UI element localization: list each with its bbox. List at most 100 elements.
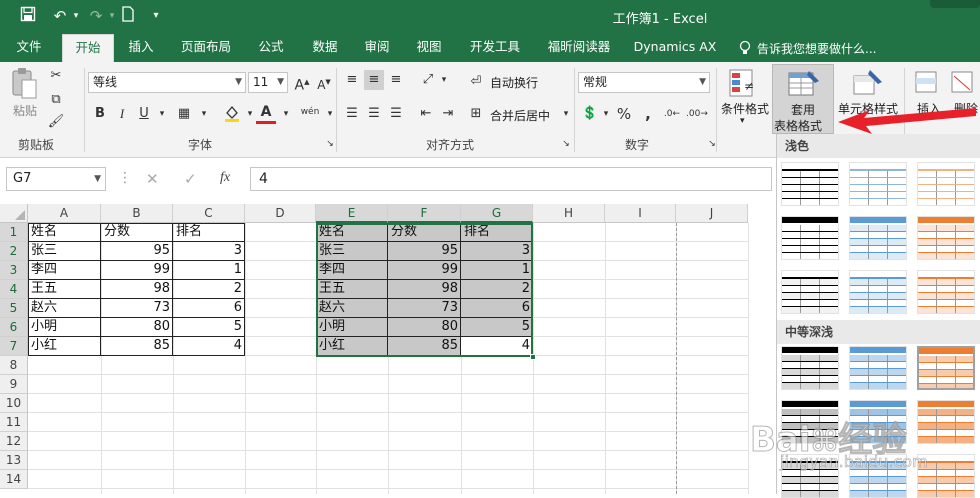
- conditional-format-button[interactable]: 条件格式: [718, 100, 772, 117]
- chevron-down-icon[interactable]: ▾: [152, 104, 172, 124]
- header-cell[interactable]: 排名: [174, 223, 244, 242]
- table-cell[interactable]: 85: [102, 337, 172, 356]
- column-header-d[interactable]: D: [245, 204, 316, 223]
- table-style-thumbnail[interactable]: [781, 216, 839, 260]
- row-header-10[interactable]: 10: [0, 394, 28, 413]
- bold-button[interactable]: B: [90, 104, 110, 124]
- row-header-11[interactable]: 11: [0, 413, 28, 432]
- table-cell[interactable]: 小红: [317, 337, 387, 356]
- table-cell[interactable]: 张三: [317, 242, 387, 261]
- increase-indent-icon[interactable]: ⇥: [438, 104, 458, 124]
- align-center-icon[interactable]: ☰: [364, 104, 384, 124]
- increase-decimal-icon[interactable]: .0←: [662, 104, 682, 124]
- header-cell[interactable]: 排名: [462, 223, 532, 242]
- table-cell[interactable]: 73: [102, 299, 172, 318]
- header-cell[interactable]: 姓名: [29, 223, 100, 242]
- select-all-corner[interactable]: [0, 204, 28, 223]
- align-top-icon[interactable]: ≡: [342, 70, 362, 90]
- header-cell[interactable]: 姓名: [317, 223, 387, 242]
- table-cell[interactable]: 98: [389, 280, 460, 299]
- table-cell[interactable]: 5: [174, 318, 244, 337]
- table-cell[interactable]: 3: [462, 242, 532, 261]
- table-cell[interactable]: 5: [462, 318, 532, 337]
- table-cell[interactable]: 小明: [317, 318, 387, 337]
- table-cell[interactable]: 李四: [29, 261, 100, 280]
- font-name-combo[interactable]: 等线 ▼: [88, 72, 246, 93]
- tab-file[interactable]: 文件: [6, 34, 52, 62]
- copy-icon[interactable]: ⧉: [46, 90, 66, 110]
- column-header-c[interactable]: C: [173, 204, 245, 223]
- table-cell[interactable]: 99: [102, 261, 172, 280]
- chevron-down-icon[interactable]: ▾: [276, 104, 296, 124]
- table-cell[interactable]: 小红: [29, 337, 100, 356]
- cell-styles-icon[interactable]: [852, 68, 884, 100]
- table-cell[interactable]: 6: [462, 299, 532, 318]
- insert-cells-icon[interactable]: [914, 68, 942, 98]
- table-cell[interactable]: 赵六: [317, 299, 387, 318]
- column-header-b[interactable]: B: [101, 204, 173, 223]
- chevron-down-icon[interactable]: ▾: [556, 104, 576, 124]
- row-header-3[interactable]: 3: [0, 261, 28, 280]
- table-cell[interactable]: 2: [462, 280, 532, 299]
- table-style-thumbnail[interactable]: [781, 162, 839, 206]
- row-header-14[interactable]: 14: [0, 470, 28, 489]
- tab-review[interactable]: 审阅: [354, 34, 400, 62]
- increase-font-icon[interactable]: A▲: [292, 72, 312, 94]
- font-color-icon[interactable]: A: [256, 102, 276, 124]
- font-size-combo[interactable]: 11 ▼: [248, 72, 288, 93]
- tell-me-box[interactable]: 告诉我您想要做什么...: [757, 40, 917, 57]
- table-cell[interactable]: 98: [102, 280, 172, 299]
- row-header-4[interactable]: 4: [0, 280, 28, 299]
- table-style-thumbnail[interactable]: [781, 454, 839, 498]
- table-style-thumbnail[interactable]: [917, 454, 975, 498]
- table-cell[interactable]: 小明: [29, 318, 100, 337]
- column-header-i[interactable]: I: [605, 204, 676, 223]
- column-header-j[interactable]: J: [676, 204, 748, 223]
- italic-button[interactable]: I: [112, 104, 132, 124]
- row-header-8[interactable]: 8: [0, 356, 28, 375]
- column-header-e[interactable]: E: [316, 204, 388, 223]
- column-header-a[interactable]: A: [28, 204, 101, 223]
- comma-style-icon[interactable]: ,: [638, 104, 658, 124]
- column-header-h[interactable]: H: [533, 204, 605, 223]
- customize-qat-icon[interactable]: ▾: [146, 6, 166, 26]
- chevron-down-icon[interactable]: ▾: [434, 70, 454, 90]
- row-header-2[interactable]: 2: [0, 242, 28, 261]
- row-header-1[interactable]: 1: [0, 223, 28, 242]
- table-style-thumbnail[interactable]: [917, 162, 975, 206]
- number-format-combo[interactable]: 常规 ▼: [578, 72, 710, 93]
- table-style-thumbnail[interactable]: [849, 162, 907, 206]
- dialog-launcher-icon[interactable]: ↘: [320, 134, 340, 154]
- new-file-icon[interactable]: [118, 6, 138, 26]
- percent-icon[interactable]: %: [614, 104, 634, 124]
- table-style-thumbnail[interactable]: [849, 346, 907, 390]
- merge-center-button[interactable]: 合并后居中: [490, 107, 550, 124]
- table-cell[interactable]: 6: [174, 299, 244, 318]
- formula-bar-grip[interactable]: ⋮: [118, 170, 132, 186]
- tab-insert[interactable]: 插入: [118, 34, 164, 62]
- save-icon[interactable]: [18, 6, 38, 26]
- header-cell[interactable]: 分数: [102, 223, 172, 242]
- table-cell[interactable]: 95: [389, 242, 460, 261]
- chevron-down-icon[interactable]: ▾: [596, 104, 616, 124]
- paste-icon[interactable]: [10, 66, 40, 100]
- cancel-icon[interactable]: ✕: [146, 170, 159, 188]
- align-right-icon[interactable]: ☰: [386, 104, 406, 124]
- table-style-thumbnail[interactable]: [781, 346, 839, 390]
- table-style-thumbnail[interactable]: [849, 216, 907, 260]
- row-header-5[interactable]: 5: [0, 299, 28, 318]
- spreadsheet-grid[interactable]: ABCDEFGHIJ 1 2 3 4 5 6 7 8 9 10 11 12 13 14 姓名 分数 排名 张三 9…: [0, 204, 776, 494]
- tab-formulas[interactable]: 公式: [248, 34, 294, 62]
- decrease-font-icon[interactable]: A▼: [314, 72, 334, 92]
- insert-function-icon[interactable]: fx: [220, 170, 230, 186]
- delete-cells-icon[interactable]: [950, 68, 978, 98]
- header-cell[interactable]: 分数: [389, 223, 460, 242]
- table-cell[interactable]: 85: [389, 337, 460, 356]
- merge-center-icon[interactable]: ⊞: [466, 104, 486, 124]
- table-style-thumbnail[interactable]: [917, 400, 975, 444]
- fill-color-icon[interactable]: [222, 104, 242, 124]
- undo-dropdown-icon[interactable]: ▾: [66, 6, 86, 26]
- row-header-6[interactable]: 6: [0, 318, 28, 337]
- table-cell[interactable]: 李四: [317, 261, 387, 280]
- tab-view[interactable]: 视图: [406, 34, 452, 62]
